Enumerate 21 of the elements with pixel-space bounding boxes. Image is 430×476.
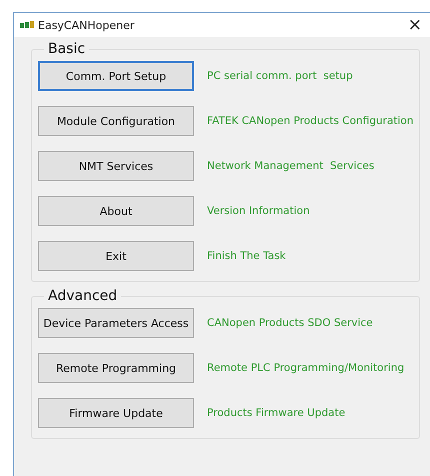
description-text: Finish The Task [207, 250, 286, 262]
description-text: Network Management Services [207, 160, 374, 172]
action-button[interactable]: Module Configuration [38, 106, 194, 136]
group-title: Basic [47, 41, 86, 57]
description-text: CANopen Products SDO Service [207, 317, 373, 329]
group-title: Advanced [47, 288, 118, 304]
description-text: PC serial comm. port setup [207, 70, 353, 82]
window-title: EasyCANHopener [38, 18, 136, 32]
action-button[interactable]: Comm. Port Setup [38, 61, 194, 91]
description-text: Products Firmware Update [207, 407, 346, 419]
description-text: Remote PLC Programming/Monitoring [207, 362, 404, 374]
description-text: FATEK CANopen Products Configuration [207, 115, 414, 127]
app-logo-icon [20, 21, 34, 29]
action-button[interactable]: Device Parameters Access [38, 308, 194, 338]
action-button[interactable]: NMT Services [38, 151, 194, 181]
description-text: Version Information [207, 205, 310, 217]
action-button[interactable]: Exit [38, 241, 194, 271]
close-button[interactable]: × [406, 16, 424, 34]
action-button[interactable]: Firmware Update [38, 398, 194, 428]
action-button[interactable]: Remote Programming [38, 353, 194, 383]
action-button[interactable]: About [38, 196, 194, 226]
